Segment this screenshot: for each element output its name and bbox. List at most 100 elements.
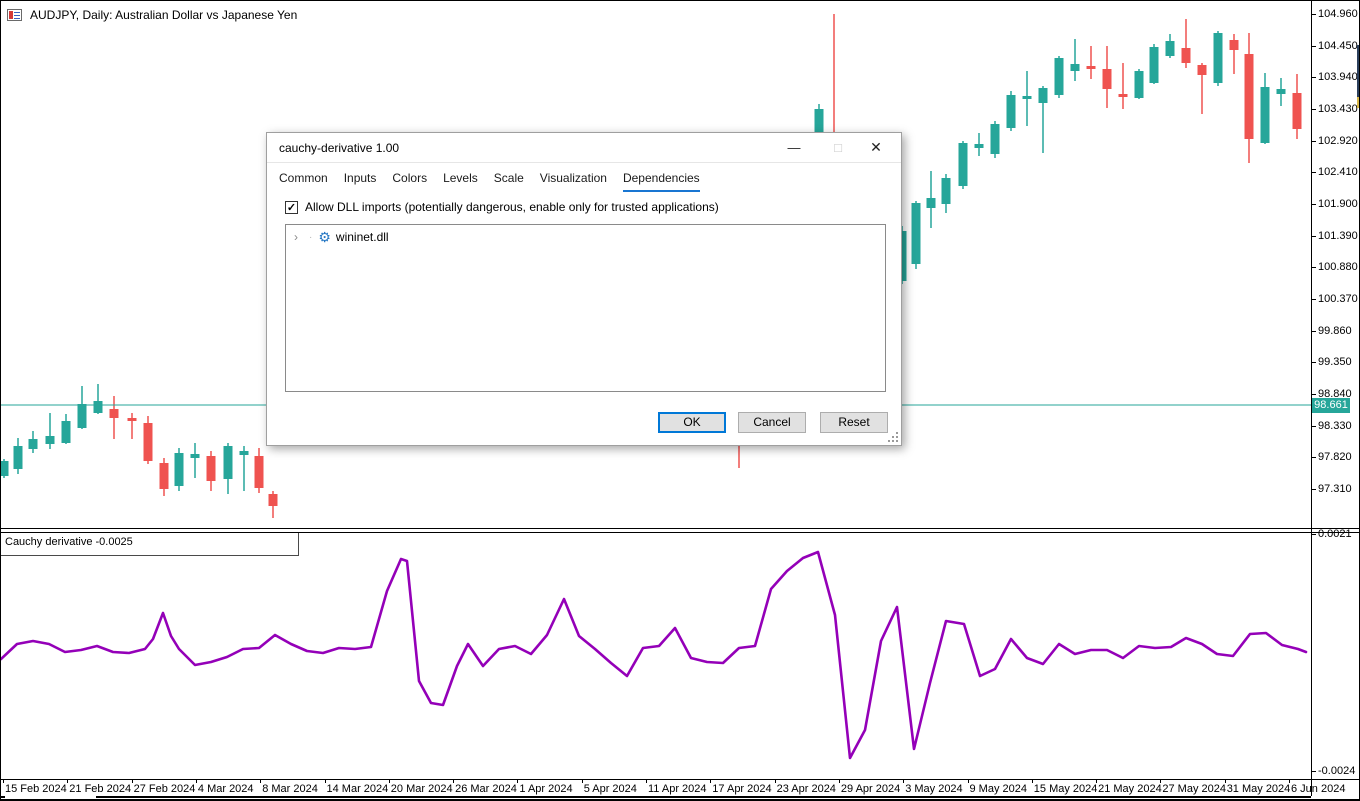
date-axis-tick xyxy=(710,780,712,783)
current-price-badge: 98.661 xyxy=(1312,398,1350,413)
price-axis-label: 102.920 xyxy=(1318,134,1358,147)
date-axis-tick xyxy=(517,780,519,783)
date-axis-label: 23 Apr 2024 xyxy=(776,783,836,795)
indicator-plot[interactable] xyxy=(1,533,1311,779)
price-axis-label: 97.310 xyxy=(1318,483,1352,496)
date-axis-tick xyxy=(67,780,69,783)
price-axis-tick xyxy=(1311,394,1316,395)
date-axis-label: 14 Mar 2024 xyxy=(326,783,389,795)
price-axis-tick xyxy=(1311,172,1316,174)
price-axis-label: 101.900 xyxy=(1318,198,1358,210)
date-axis[interactable]: 15 Feb 2024 21 Feb 2024 27 Feb 2024 4 Mar 2… xyxy=(1,780,1359,797)
date-axis-tick xyxy=(646,780,647,783)
date-axis-tick xyxy=(1096,780,1098,783)
scrollbar-nub[interactable] xyxy=(1,796,5,798)
price-axis-tick xyxy=(1311,109,1316,110)
tab-dependencies[interactable]: Dependencies xyxy=(622,171,700,192)
panel-splitter-top[interactable] xyxy=(1,528,1359,529)
indicator-axis[interactable]: 0.0021 -0.0024 xyxy=(1311,528,1359,779)
price-axis-tick xyxy=(1311,235,1316,237)
date-axis-label: 1 Apr 2024 xyxy=(519,783,573,795)
price-axis-tick xyxy=(1311,267,1316,269)
date-axis-label: 11 Apr 2024 xyxy=(648,783,707,795)
cancel-button[interactable]: Cancel xyxy=(738,412,806,433)
tree-item-wininet[interactable]: › · ⚙ wininet.dll xyxy=(294,230,389,244)
allow-dll-imports-checkbox[interactable]: ✓ xyxy=(285,200,298,214)
date-axis-label: 27 Feb 2024 xyxy=(133,783,196,795)
maximize-button[interactable]: □ xyxy=(821,133,855,162)
price-axis-tick xyxy=(1311,457,1316,459)
price-axis-tick xyxy=(1311,299,1316,300)
tree-item-label: wininet.dll xyxy=(335,230,389,244)
tab-common[interactable]: Common xyxy=(279,171,328,192)
resize-grip[interactable] xyxy=(888,432,898,442)
price-axis-tick xyxy=(1311,77,1316,79)
price-axis-label: 97.820 xyxy=(1318,451,1352,464)
tab-visualization[interactable]: Visualization xyxy=(540,171,607,192)
date-axis-tick xyxy=(324,780,326,783)
price-axis-tick xyxy=(1311,362,1316,364)
allow-dll-imports-row[interactable]: ✓ Allow DLL imports (potentially dangero… xyxy=(285,200,719,214)
date-axis-label: 6 Jun 2024 xyxy=(1291,783,1346,795)
allow-dll-imports-label: Allow DLL imports (potentially dangerous… xyxy=(305,200,719,214)
date-axis-tick xyxy=(3,780,4,783)
ok-button[interactable]: OK xyxy=(658,412,726,433)
gear-icon: ⚙ xyxy=(318,229,331,245)
chart-window: AUDJPY, Daily: Australian Dollar vs Japa… xyxy=(0,0,1360,801)
date-axis-tick xyxy=(903,780,905,783)
chart-title-bar: AUDJPY, Daily: Australian Dollar vs Japa… xyxy=(7,7,297,22)
date-axis-label: 15 May 2024 xyxy=(1033,783,1098,795)
horizontal-scrollbar[interactable] xyxy=(96,796,1311,798)
price-axis-tick xyxy=(1311,45,1316,47)
date-axis-label: 27 May 2024 xyxy=(1162,783,1226,795)
price-axis-tick xyxy=(1311,489,1316,491)
price-axis-label: 104.450 xyxy=(1318,39,1358,52)
price-axis-tick xyxy=(1311,204,1316,205)
price-axis-label: 100.370 xyxy=(1318,293,1358,305)
date-axis-tick xyxy=(774,780,776,783)
date-axis-label: 26 Mar 2024 xyxy=(455,783,517,795)
price-axis-tick xyxy=(1311,330,1316,332)
date-axis-tick xyxy=(131,780,133,783)
date-axis-tick xyxy=(967,780,969,783)
date-axis-tick xyxy=(260,780,262,783)
dependencies-tree[interactable]: › · ⚙ wininet.dll xyxy=(285,224,886,392)
tab-inputs[interactable]: Inputs xyxy=(344,171,377,192)
date-axis-label: 5 Apr 2024 xyxy=(583,783,637,795)
reset-button[interactable]: Reset xyxy=(820,412,888,433)
tab-scale[interactable]: Scale xyxy=(494,171,524,192)
price-axis-label: 103.940 xyxy=(1318,71,1358,84)
price-axis-tick xyxy=(1311,14,1316,15)
dialog-tabs: Common Inputs Colors Levels Scale Visualizati… xyxy=(279,171,700,192)
dialog-titlebar[interactable]: cauchy-derivative 1.00 — □ ✕ xyxy=(267,133,901,163)
date-axis-tick xyxy=(838,780,840,783)
price-axis-label: 102.410 xyxy=(1318,166,1358,179)
indicator-properties-dialog: cauchy-derivative 1.00 — □ ✕ Common Input… xyxy=(266,132,902,446)
date-axis-label: 21 May 2024 xyxy=(1098,783,1162,795)
price-axis-tick xyxy=(1311,425,1316,427)
price-axis-label: 100.880 xyxy=(1318,261,1358,274)
close-button[interactable]: ✕ xyxy=(859,133,893,162)
dialog-buttons: OK Cancel Reset xyxy=(267,412,901,434)
date-axis-tick xyxy=(1031,780,1033,783)
date-axis-tick xyxy=(1224,780,1226,783)
expand-chevron-icon[interactable]: › xyxy=(294,230,304,244)
date-axis-label: 17 Apr 2024 xyxy=(712,783,772,795)
date-axis-tick xyxy=(1160,780,1162,783)
price-axis[interactable]: 104.960 104.450 103.940 103.430 102.920 102.4… xyxy=(1311,1,1359,528)
price-axis-label: 104.960 xyxy=(1318,8,1358,20)
date-axis-label: 15 Feb 2024 xyxy=(5,783,67,795)
price-axis-label: 101.390 xyxy=(1318,229,1358,242)
date-axis-tick xyxy=(195,780,197,783)
tree-connector: · xyxy=(309,231,314,243)
date-axis-tick xyxy=(453,780,455,783)
tab-colors[interactable]: Colors xyxy=(392,171,427,192)
date-axis-label: 9 May 2024 xyxy=(969,783,1027,795)
date-axis-label: 20 Mar 2024 xyxy=(390,783,453,795)
minimize-button[interactable]: — xyxy=(777,133,811,162)
indicator-label: Cauchy derivative -0.0025 xyxy=(5,536,133,548)
date-axis-label: 21 Feb 2024 xyxy=(69,783,132,795)
date-axis-label: 4 Mar 2024 xyxy=(197,783,254,795)
tab-levels[interactable]: Levels xyxy=(443,171,478,192)
price-axis-label: 103.430 xyxy=(1318,103,1358,115)
